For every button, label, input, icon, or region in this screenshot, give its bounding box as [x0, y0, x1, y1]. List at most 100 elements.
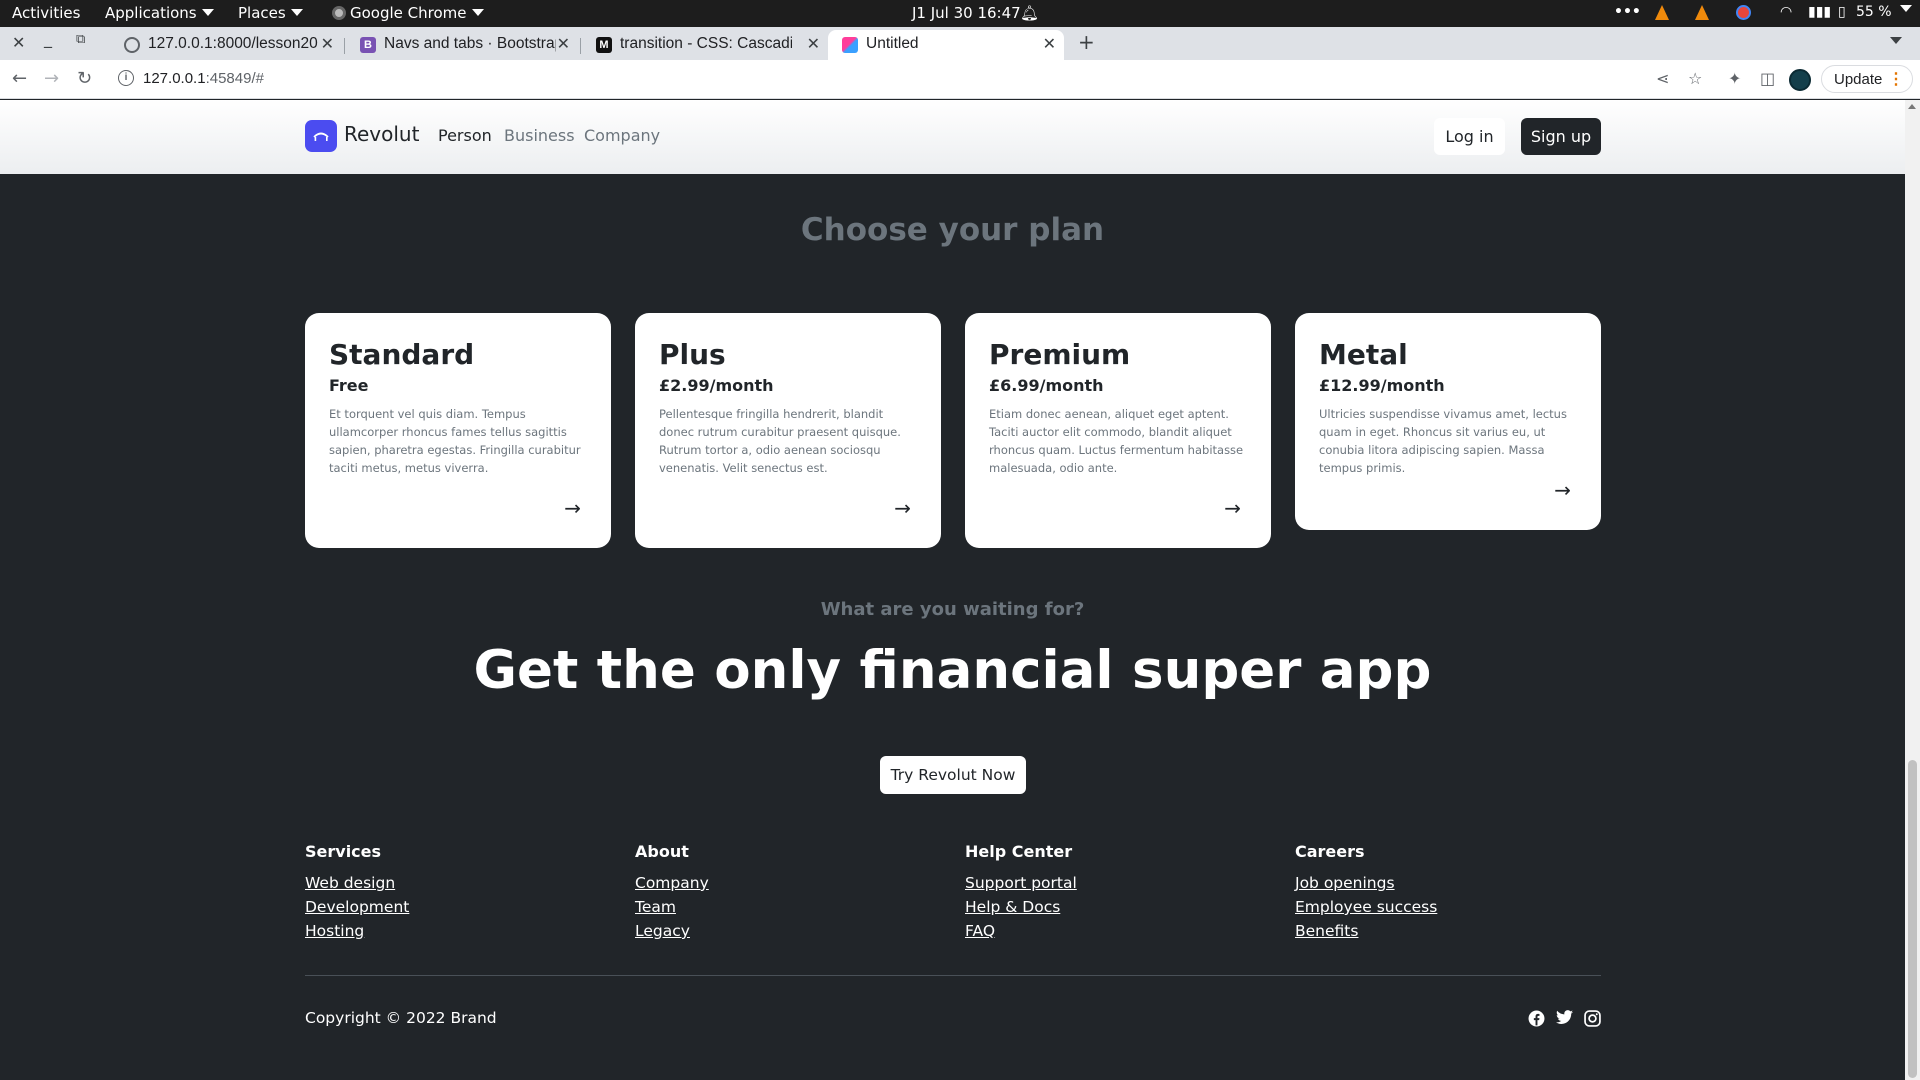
address-bar[interactable]: i 127.0.0.1:45849/# — [108, 64, 1718, 95]
footer-divider — [305, 975, 1601, 976]
footer-link[interactable]: Development — [305, 895, 409, 919]
facebook-icon[interactable] — [1528, 1010, 1546, 1028]
footer-column-title: Careers — [1295, 842, 1365, 861]
footer-column-title: About — [635, 842, 689, 861]
more-icon[interactable]: ••• — [1614, 4, 1641, 20]
copyright-text: Copyright © 2022 Brand — [305, 1009, 497, 1027]
volume-icon[interactable]: ▮▮▮ — [1808, 4, 1831, 20]
browser-tab-strip: ✕ _ ⧉ 127.0.0.1:8000/lesson20 ✕ B Navs a… — [0, 27, 1920, 60]
scrollbar-thumb[interactable] — [1908, 760, 1917, 1078]
battery-percent[interactable]: 55 % — [1856, 4, 1892, 20]
globe-icon — [124, 37, 140, 53]
close-tab-icon[interactable]: ✕ — [807, 34, 820, 54]
back-icon[interactable]: ← — [12, 68, 27, 89]
new-tab-icon[interactable]: + — [1078, 30, 1095, 54]
reload-icon[interactable]: ↻ — [77, 68, 92, 89]
places-menu[interactable]: Places — [238, 4, 303, 22]
footer-link[interactable]: Web design — [305, 871, 409, 895]
arrow-right-icon[interactable]: → — [1224, 496, 1241, 520]
close-icon[interactable]: ✕ — [12, 33, 25, 52]
star-icon[interactable]: ☆ — [1688, 69, 1702, 88]
page-scrollbar[interactable] — [1905, 100, 1920, 1080]
chevron-down-icon[interactable] — [1900, 2, 1912, 18]
battery-icon[interactable]: ▯ — [1838, 4, 1846, 20]
restore-icon[interactable]: ⧉ — [76, 32, 85, 47]
plan-price: £2.99/month — [659, 376, 774, 395]
plan-price: Free — [329, 376, 369, 395]
footer-link[interactable]: FAQ — [965, 919, 1077, 943]
close-tab-icon[interactable]: ✕ — [557, 34, 570, 54]
tab-separator — [344, 38, 345, 54]
tab-untitled[interactable]: Untitled ✕ — [828, 30, 1064, 60]
brand-name[interactable]: Revolut — [344, 122, 419, 146]
chrome-icon — [332, 6, 346, 20]
footer-link[interactable]: Legacy — [635, 919, 709, 943]
tab-title: Untitled — [866, 35, 919, 52]
vlc-icon[interactable] — [1655, 5, 1669, 24]
plan-card-premium[interactable]: Premium £6.99/month Etiam donec aenean, … — [965, 313, 1271, 548]
cta-kicker: What are you waiting for? — [820, 599, 1085, 620]
bell-icon: 🔔︎ — [1020, 4, 1040, 22]
forward-icon[interactable]: → — [44, 68, 59, 89]
extensions-icon[interactable]: ✦ — [1728, 69, 1741, 88]
untitled-page-icon — [842, 37, 858, 53]
footer-link[interactable]: Team — [635, 895, 709, 919]
clock[interactable]: J1 Jul 30 16:47 — [912, 4, 1021, 22]
signup-button[interactable]: Sign up — [1521, 118, 1601, 155]
wifi-icon[interactable]: ◠ — [1780, 4, 1792, 20]
scroll-up-icon[interactable] — [1908, 104, 1916, 109]
plan-card-standard[interactable]: Standard Free Et torquent vel quis diam.… — [305, 313, 611, 548]
footer-link[interactable]: Employee success — [1295, 895, 1437, 919]
login-button[interactable]: Log in — [1434, 118, 1505, 155]
footer-link[interactable]: Job openings — [1295, 871, 1437, 895]
url-host: 127.0.0.1 — [143, 70, 206, 87]
revolut-logo-icon[interactable] — [305, 120, 337, 152]
applications-menu[interactable]: Applications — [105, 4, 214, 22]
update-button[interactable]: Update ⋮ — [1821, 65, 1913, 93]
try-revolut-button[interactable]: Try Revolut Now — [880, 756, 1026, 794]
footer-link[interactable]: Benefits — [1295, 919, 1437, 943]
footer-link[interactable]: Help & Docs — [965, 895, 1077, 919]
site-info-icon[interactable]: i — [118, 70, 134, 86]
arrow-right-icon[interactable]: → — [564, 496, 581, 520]
chrome-app-label: Google Chrome — [350, 4, 467, 22]
footer-link[interactable]: Support portal — [965, 871, 1077, 895]
tab-mdn[interactable]: M transition - CSS: Cascading ✕ — [582, 30, 828, 60]
plan-description: Et torquent vel quis diam. Tempus ullamc… — [329, 407, 581, 475]
arrow-right-icon[interactable]: → — [894, 496, 911, 520]
minimize-icon[interactable]: _ — [44, 29, 52, 48]
tab-bootstrap[interactable]: B Navs and tabs · Bootstrap ✕ — [346, 30, 578, 60]
nav-link-person[interactable]: Person — [438, 126, 492, 145]
side-panel-icon[interactable]: ◫ — [1760, 69, 1775, 88]
plan-card-plus[interactable]: Plus £2.99/month Pellentesque fringilla … — [635, 313, 941, 548]
cta-headline: Get the only financial super app — [473, 640, 1432, 701]
plan-name: Standard — [329, 338, 475, 371]
activities-button[interactable]: Activities — [12, 4, 80, 22]
plan-price: £6.99/month — [989, 376, 1104, 395]
vlc-icon[interactable] — [1695, 5, 1709, 24]
places-label: Places — [238, 4, 286, 22]
plan-card-metal[interactable]: Metal £12.99/month Ultricies suspendisse… — [1295, 313, 1601, 530]
arrow-right-icon[interactable]: → — [1554, 478, 1571, 502]
tab-title: Navs and tabs · Bootstrap — [384, 35, 556, 52]
plan-name: Premium — [989, 338, 1131, 371]
chrome-app-menu[interactable]: Google Chrome — [332, 4, 484, 22]
plan-description: Etiam donec aenean, aliquet eget aptent.… — [989, 407, 1244, 475]
twitter-icon[interactable] — [1556, 1010, 1574, 1028]
tab-lesson20[interactable]: 127.0.0.1:8000/lesson20 ✕ — [110, 30, 342, 60]
app-indicator-icon[interactable] — [1736, 5, 1751, 24]
profile-avatar[interactable] — [1789, 69, 1811, 91]
share-icon[interactable]: ⋖ — [1656, 69, 1669, 88]
chevron-down-icon — [201, 9, 214, 16]
tab-search-icon[interactable] — [1890, 31, 1902, 50]
update-label: Update — [1834, 71, 1883, 88]
nav-link-company[interactable]: Company — [584, 126, 660, 145]
footer-link[interactable]: Hosting — [305, 919, 409, 943]
close-tab-icon[interactable]: ✕ — [321, 34, 334, 54]
nav-link-business[interactable]: Business — [504, 126, 575, 145]
instagram-icon[interactable] — [1584, 1010, 1602, 1028]
chevron-down-icon — [290, 9, 303, 16]
footer-link[interactable]: Company — [635, 871, 709, 895]
close-tab-icon[interactable]: ✕ — [1043, 34, 1056, 54]
mdn-icon: M — [596, 37, 612, 53]
